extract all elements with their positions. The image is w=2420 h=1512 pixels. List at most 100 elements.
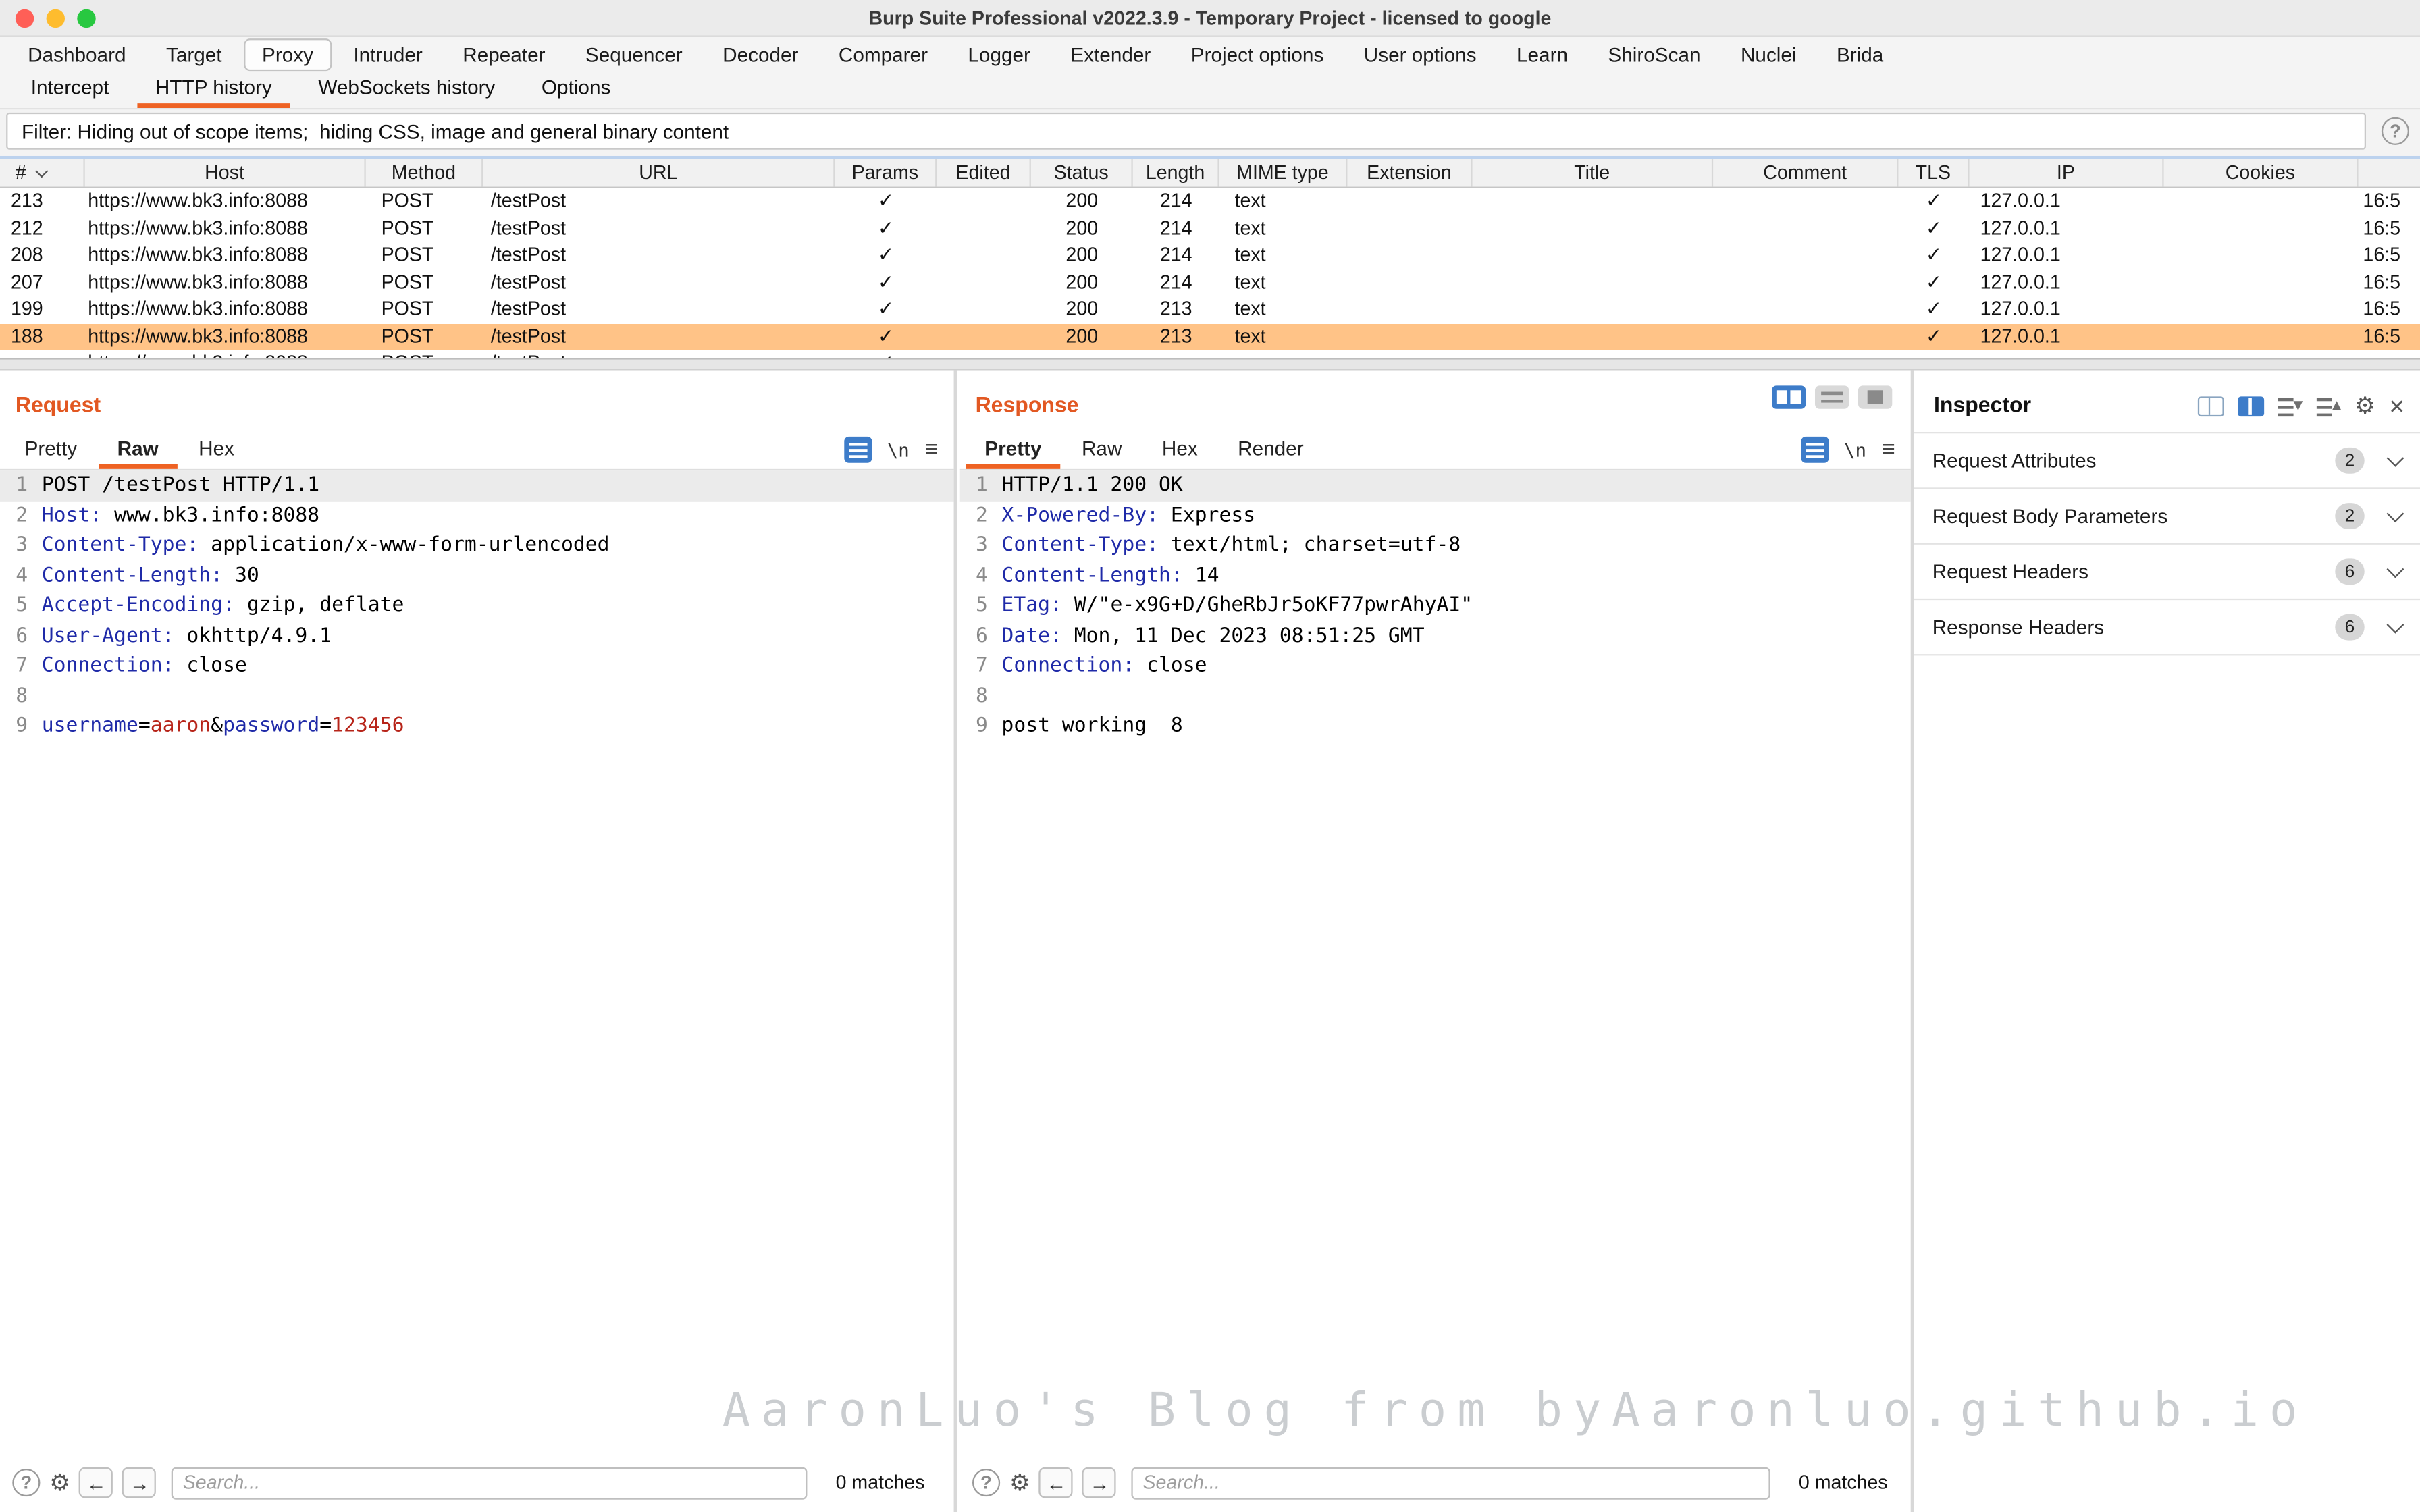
column-header-time[interactable]: [2359, 159, 2420, 186]
response-code-line[interactable]: 9post working 8: [960, 711, 1911, 742]
word-wrap-icon[interactable]: [1801, 437, 1829, 463]
inspector-section-request-headers[interactable]: Request Headers6: [1914, 545, 2420, 600]
request-code-line[interactable]: 1POST /testPost HTTP/1.1: [0, 470, 954, 501]
proxy-tab-options[interactable]: Options: [523, 71, 629, 108]
response-code-line[interactable]: 7Connection: close: [960, 651, 1911, 682]
history-row[interactable]: 188https://www.bk3.info:8088POST/testPos…: [0, 323, 2420, 350]
column-header-length[interactable]: Length: [1133, 159, 1219, 186]
response-code-line[interactable]: 4Content-Length: 14: [960, 561, 1911, 591]
expand-all-icon[interactable]: [2316, 396, 2341, 416]
request-tab-raw[interactable]: Raw: [99, 432, 177, 469]
column-header-params[interactable]: Params: [835, 159, 937, 186]
dock-outline-icon[interactable]: [2197, 396, 2224, 416]
response-search-input[interactable]: [1132, 1467, 1770, 1499]
request-tab-hex[interactable]: Hex: [180, 432, 253, 469]
search-next-button[interactable]: →: [1082, 1467, 1116, 1498]
history-row[interactable]: 212https://www.bk3.info:8088POST/testPos…: [0, 215, 2420, 242]
request-code-line[interactable]: 3Content-Type: application/x-www-form-ur…: [0, 531, 954, 561]
search-prev-button[interactable]: ←: [80, 1467, 113, 1498]
request-search-input[interactable]: [172, 1467, 808, 1499]
response-code-line[interactable]: 1HTTP/1.1 200 OK: [960, 470, 1911, 501]
response-code-line[interactable]: 2X-Powered-By: Express: [960, 501, 1911, 531]
column-header-title[interactable]: Title: [1473, 159, 1714, 186]
request-code-line[interactable]: 9username=aaron&password=123456: [0, 711, 954, 742]
collapse-all-icon[interactable]: [2278, 396, 2303, 416]
column-header-method[interactable]: Method: [366, 159, 483, 186]
show-newlines-button[interactable]: \n: [1844, 439, 1866, 460]
editor-menu-icon[interactable]: ≡: [925, 438, 939, 461]
filter-bar[interactable]: Filter: Hiding out of scope items; hidin…: [6, 113, 2366, 150]
column-header-extension[interactable]: Extension: [1347, 159, 1472, 186]
search-settings-gear-icon[interactable]: ⚙: [1009, 1471, 1030, 1494]
help-icon[interactable]: ?: [2382, 117, 2409, 145]
history-row[interactable]: 199https://www.bk3.info:8088POST/testPos…: [0, 296, 2420, 323]
dock-filled-icon[interactable]: [2237, 396, 2263, 416]
response-code-line[interactable]: 8: [960, 681, 1911, 711]
proxy-tab-websockets-history[interactable]: WebSockets history: [300, 71, 514, 108]
proxy-tab-http-history[interactable]: HTTP history: [137, 71, 291, 108]
main-tab-dashboard[interactable]: Dashboard: [9, 38, 144, 71]
inspector-settings-gear-icon[interactable]: ⚙: [2355, 395, 2375, 418]
column-header-mime-type[interactable]: MIME type: [1219, 159, 1348, 186]
layout-rows-icon[interactable]: [1815, 385, 1849, 408]
main-tab-project-options[interactable]: Project options: [1172, 38, 1342, 71]
request-code-line[interactable]: 4Content-Length: 30: [0, 561, 954, 591]
close-icon[interactable]: ×: [2389, 394, 2404, 420]
response-code-line[interactable]: 3Content-Type: text/html; charset=utf-8: [960, 531, 1911, 561]
main-tab-shiroscan[interactable]: ShiroScan: [1589, 38, 1719, 71]
column-header-comment[interactable]: Comment: [1713, 159, 1898, 186]
main-tab-repeater[interactable]: Repeater: [444, 38, 564, 71]
column-header-host[interactable]: Host: [85, 159, 366, 186]
main-tab-intruder[interactable]: Intruder: [335, 38, 441, 71]
search-next-button[interactable]: →: [123, 1467, 157, 1498]
proxy-tab-intercept[interactable]: Intercept: [12, 71, 128, 108]
main-tab-target[interactable]: Target: [148, 38, 240, 71]
request-code-line[interactable]: 6User-Agent: okhttp/4.9.1: [0, 621, 954, 651]
minimize-window-button[interactable]: [47, 9, 65, 27]
main-tab-user-options[interactable]: User options: [1345, 38, 1495, 71]
request-code-line[interactable]: 2Host: www.bk3.info:8088: [0, 501, 954, 531]
response-tab-render[interactable]: Render: [1219, 432, 1322, 469]
history-row[interactable]: 213https://www.bk3.info:8088POST/testPos…: [0, 188, 2420, 215]
column-header-url[interactable]: URL: [483, 159, 835, 186]
search-prev-button[interactable]: ←: [1039, 1467, 1073, 1498]
main-tab-nuclei[interactable]: Nuclei: [1722, 38, 1815, 71]
main-tab-comparer[interactable]: Comparer: [820, 38, 946, 71]
inspector-section-request-body-parameters[interactable]: Request Body Parameters2: [1914, 489, 2420, 545]
main-tab-proxy[interactable]: Proxy: [244, 38, 332, 71]
response-tab-pretty[interactable]: Pretty: [966, 432, 1060, 469]
main-tab-learn[interactable]: Learn: [1498, 38, 1587, 71]
horizontal-splitter[interactable]: [0, 358, 2420, 370]
main-tab-brida[interactable]: Brida: [1818, 38, 1902, 71]
column-header-time[interactable]: #: [0, 159, 85, 186]
request-tab-pretty[interactable]: Pretty: [6, 432, 96, 469]
main-tab-extender[interactable]: Extender: [1052, 38, 1169, 71]
column-header-cookies[interactable]: Cookies: [2164, 159, 2359, 186]
search-help-icon[interactable]: ?: [972, 1469, 1000, 1496]
column-header-ip[interactable]: IP: [1970, 159, 2164, 186]
column-header-tls[interactable]: TLS: [1898, 159, 1969, 186]
history-row[interactable]: https://www.bk3.info:8088POST/testPost✓: [0, 350, 2420, 358]
main-tab-sequencer[interactable]: Sequencer: [567, 38, 702, 71]
response-code-line[interactable]: 5ETag: W/"e-x9G+D/GheRbJr5oKF77pwrAhyAI": [960, 591, 1911, 621]
column-header-edited[interactable]: Edited: [937, 159, 1030, 186]
close-window-button[interactable]: [16, 9, 34, 27]
zoom-window-button[interactable]: [77, 9, 95, 27]
layout-columns-icon[interactable]: [1772, 385, 1806, 408]
main-tab-logger[interactable]: Logger: [949, 38, 1049, 71]
search-help-icon[interactable]: ?: [12, 1469, 40, 1496]
show-newlines-button[interactable]: \n: [887, 439, 910, 460]
search-settings-gear-icon[interactable]: ⚙: [49, 1471, 70, 1494]
column-header-status[interactable]: Status: [1031, 159, 1133, 186]
response-code-line[interactable]: 6Date: Mon, 11 Dec 2023 08:51:25 GMT: [960, 621, 1911, 651]
history-row[interactable]: 208https://www.bk3.info:8088POST/testPos…: [0, 242, 2420, 269]
editor-menu-icon[interactable]: ≡: [1882, 438, 1895, 461]
inspector-section-response-headers[interactable]: Response Headers6: [1914, 600, 2420, 655]
response-tab-hex[interactable]: Hex: [1143, 432, 1216, 469]
word-wrap-icon[interactable]: [844, 437, 872, 463]
response-tab-raw[interactable]: Raw: [1063, 432, 1140, 469]
request-code-line[interactable]: 5Accept-Encoding: gzip, deflate: [0, 591, 954, 621]
inspector-section-request-attributes[interactable]: Request Attributes2: [1914, 433, 2420, 489]
history-row[interactable]: 207https://www.bk3.info:8088POST/testPos…: [0, 269, 2420, 296]
request-code-line[interactable]: 8: [0, 681, 954, 711]
